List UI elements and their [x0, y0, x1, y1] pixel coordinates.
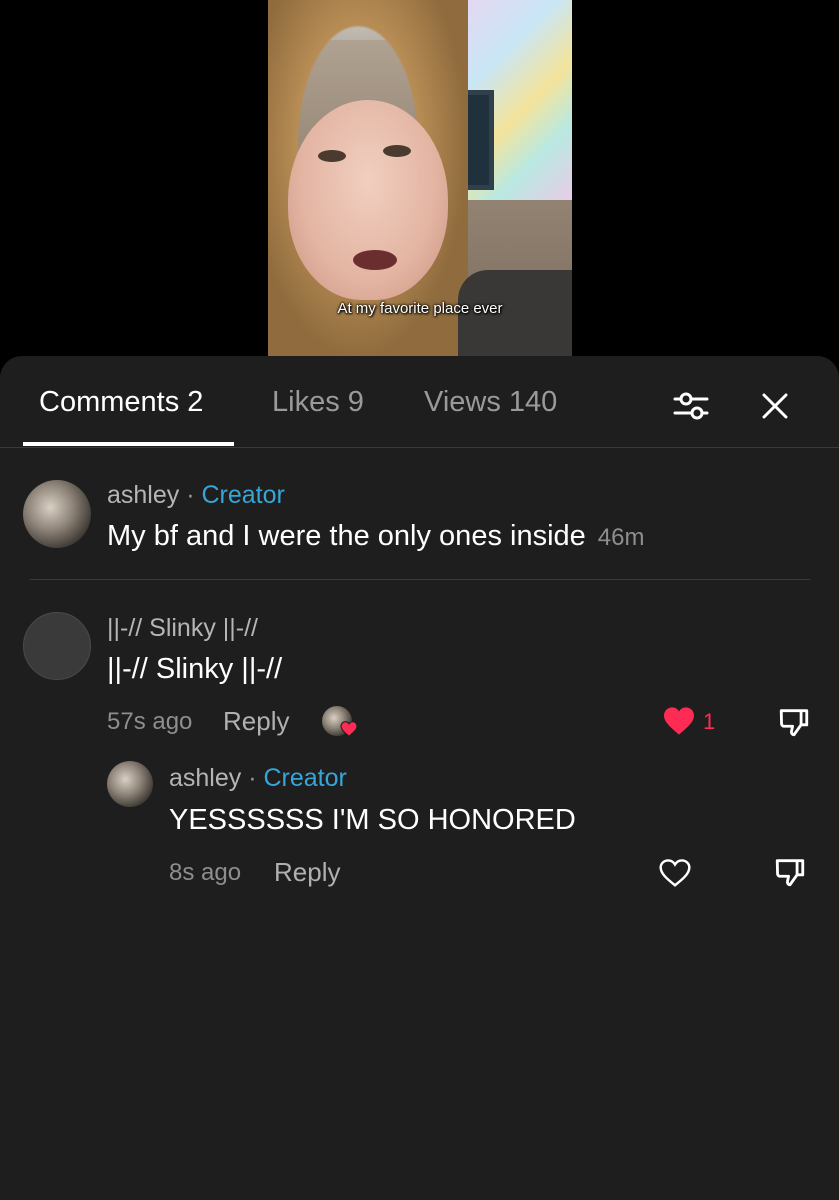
face: [288, 100, 448, 300]
comment-author[interactable]: ashley · Creator: [107, 481, 285, 510]
tab-views[interactable]: Views 140: [424, 386, 557, 419]
separator-dot: ·: [186, 481, 195, 509]
divider: [30, 579, 810, 580]
creator-badge: Creator: [201, 481, 285, 509]
tab-likes[interactable]: Likes 9: [272, 386, 364, 419]
comment-text: My bf and I were the only ones inside 46m: [107, 520, 645, 552]
avatar[interactable]: [23, 612, 91, 680]
avatar[interactable]: [23, 480, 91, 548]
close-icon[interactable]: [755, 386, 795, 426]
sliders-icon[interactable]: [671, 386, 711, 426]
mouth: [353, 250, 397, 270]
comment-time: 57s ago: [107, 708, 193, 735]
avatar[interactable]: [107, 761, 153, 807]
heart-icon: [340, 721, 358, 737]
video-caption: At my favorite place ever: [337, 300, 503, 317]
comment-text: ||-// Slinky ||-//: [107, 653, 283, 685]
active-tab-indicator: [23, 442, 234, 446]
creator-liked-indicator: [322, 706, 360, 740]
thumbs-down-icon[interactable]: [773, 855, 807, 889]
tab-comments[interactable]: Comments 2: [39, 386, 203, 419]
reply-text: YESSSSSS I'M SO HONORED: [169, 804, 576, 836]
comment-author[interactable]: ||-// Slinky ||-//: [107, 614, 258, 643]
reply-button[interactable]: Reply: [274, 857, 340, 888]
thumbs-down-icon[interactable]: [777, 705, 811, 739]
separator-dot: ·: [248, 764, 257, 792]
heart-icon[interactable]: [662, 706, 696, 736]
comments-sheet: Comments 2 Likes 9 Views 140 ashley · Cr…: [0, 356, 839, 1200]
reply-time: 8s ago: [169, 859, 242, 886]
reply-author[interactable]: ashley · Creator: [169, 764, 347, 793]
creator-badge: Creator: [263, 764, 347, 792]
heart-icon[interactable]: [658, 858, 692, 888]
right-eye: [383, 145, 411, 157]
like-count: 1: [703, 709, 716, 734]
comment-time: 46m: [597, 524, 645, 551]
tab-bar: Comments 2 Likes 9 Views 140: [0, 356, 839, 448]
reply-button[interactable]: Reply: [223, 706, 289, 737]
left-eye: [318, 150, 346, 162]
video-thumbnail[interactable]: At my favorite place ever: [268, 0, 572, 360]
